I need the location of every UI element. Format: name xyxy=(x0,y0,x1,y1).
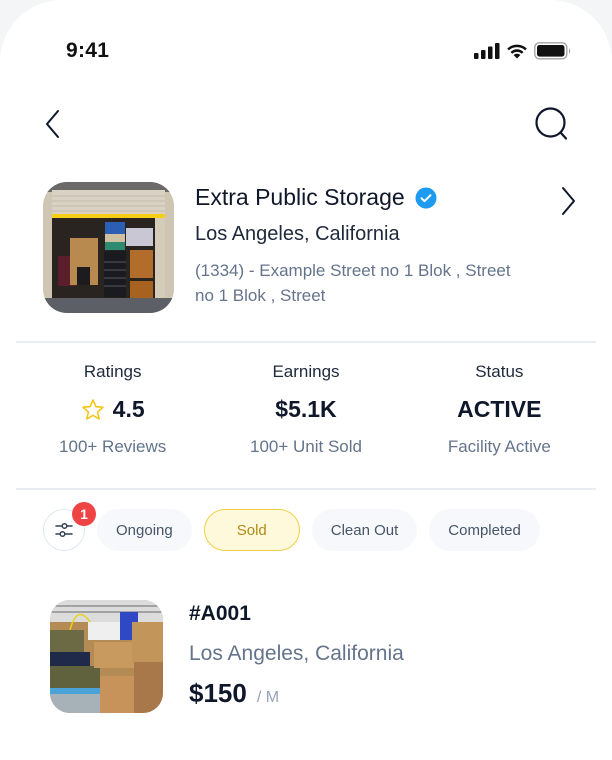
facility-title: Extra Public Storage xyxy=(195,184,568,211)
unit-info: #A001 Los Angeles, California $150/ M xyxy=(189,600,404,713)
unit-id: #A001 xyxy=(189,602,251,625)
stat-label: Earnings xyxy=(272,362,340,381)
status-bar: 9:41 xyxy=(66,36,572,66)
stat-value: 4.5 xyxy=(16,396,209,423)
top-nav xyxy=(44,104,572,144)
facility-header[interactable]: Extra Public Storage Los Angeles, Califo… xyxy=(43,182,575,314)
verified-badge-icon xyxy=(415,187,437,208)
stat-value: ACTIVE xyxy=(457,396,542,422)
chip-sold[interactable]: Sold xyxy=(203,509,300,551)
phone-screen: 9:41 Extra Public Storage Los Angeles, C… xyxy=(0,0,612,760)
unit-price: $150/ M xyxy=(189,678,280,708)
wifi-icon xyxy=(507,44,527,59)
stat-ratings: Ratings 4.5 100+ Reviews xyxy=(16,362,209,457)
facility-address: (1334) - Example Street no 1 Blok , Stre… xyxy=(195,261,511,305)
stat-label: Status xyxy=(475,362,524,381)
status-icons xyxy=(474,42,572,60)
filter-chips: 1 Ongoing Sold Clean Out Completed xyxy=(43,502,540,551)
unit-image xyxy=(50,600,163,713)
stat-sub: 100+ Reviews xyxy=(59,437,167,456)
sliders-icon xyxy=(55,522,73,538)
divider-bottom xyxy=(16,488,596,490)
stat-status: Status ACTIVE Facility Active xyxy=(403,362,596,457)
facility-name: Extra Public Storage xyxy=(195,184,405,210)
search-button[interactable] xyxy=(532,104,572,144)
facility-city: Los Angeles, California xyxy=(195,223,400,245)
star-icon xyxy=(81,398,104,420)
facility-image xyxy=(43,182,174,313)
search-icon xyxy=(535,107,568,140)
stat-earnings: Earnings $5.1K 100+ Unit Sold xyxy=(209,362,402,457)
chevron-right-icon xyxy=(562,187,575,215)
unit-list-item[interactable]: #A001 Los Angeles, California $150/ M xyxy=(50,600,572,713)
filter-count-badge: 1 xyxy=(72,502,96,526)
chip-ongoing[interactable]: Ongoing xyxy=(97,509,192,551)
stats-row: Ratings 4.5 100+ Reviews Earnings $5.1K … xyxy=(16,362,596,457)
unit-city: Los Angeles, California xyxy=(189,642,404,665)
divider-top xyxy=(16,341,596,343)
stat-label: Ratings xyxy=(83,362,142,381)
stat-value: $5.1K xyxy=(275,396,337,422)
chip-completed[interactable]: Completed xyxy=(429,509,540,551)
status-time: 9:41 xyxy=(66,39,110,62)
facility-info: Extra Public Storage Los Angeles, Califo… xyxy=(195,182,575,314)
facility-details-button[interactable] xyxy=(560,186,576,221)
stat-sub: Facility Active xyxy=(447,437,551,456)
chevron-left-icon xyxy=(46,110,59,138)
battery-icon xyxy=(534,42,571,60)
chip-clean-out[interactable]: Clean Out xyxy=(311,509,418,551)
unit-price-suffix: / M xyxy=(256,689,280,706)
stat-sub: 100+ Unit Sold xyxy=(249,437,362,456)
back-button[interactable] xyxy=(44,104,84,144)
signal-icon xyxy=(474,43,500,59)
filter-button[interactable]: 1 xyxy=(43,502,96,551)
